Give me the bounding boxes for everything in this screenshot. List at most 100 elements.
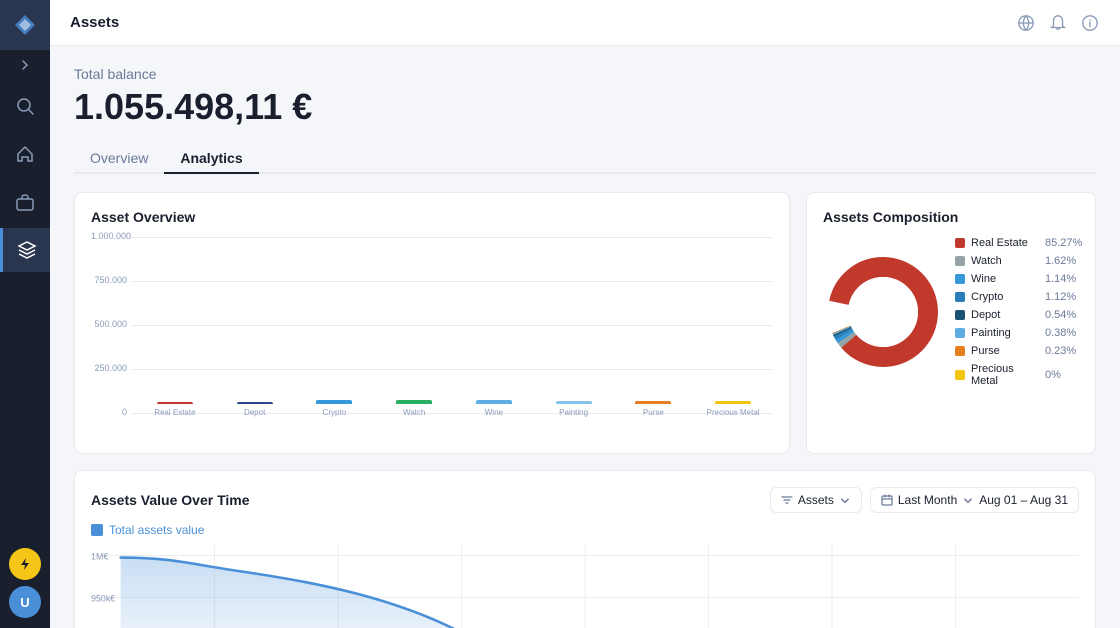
time-chart-card: Assets Value Over Time Assets xyxy=(74,470,1096,628)
grid-label-2: 750.000 xyxy=(91,275,127,285)
legend-item-crypto: Crypto 1.12% xyxy=(955,291,1082,303)
balance-value: 1.055.498,11 € xyxy=(74,86,1096,128)
bar-realestate xyxy=(157,402,193,404)
donut-chart-card: Assets Composition xyxy=(806,192,1096,454)
legend-dot-crypto xyxy=(955,292,965,302)
search-icon xyxy=(15,96,35,116)
charts-row: Asset Overview 1.000.000 750.000 500.000 xyxy=(74,192,1096,454)
legend-pct-preciousmetal: 0% xyxy=(1045,369,1061,381)
info-icon[interactable] xyxy=(1080,13,1100,33)
bar-group-painting: Painting xyxy=(534,401,614,417)
sidebar-item-home[interactable] xyxy=(0,132,50,176)
briefcase-icon xyxy=(15,192,35,212)
bar-group-preciousmetal: Precious Metal xyxy=(693,401,773,417)
bar-label-purse: Purse xyxy=(643,408,664,417)
last-month-label: Last Month xyxy=(898,493,957,507)
donut-content: Real Estate 85.27% Watch 1.62% Wine 1.14… xyxy=(823,237,1079,387)
bar-chart-title: Asset Overview xyxy=(91,209,773,225)
chevron-down-icon xyxy=(839,494,851,506)
tab-overview[interactable]: Overview xyxy=(74,144,164,174)
donut-chart-title: Assets Composition xyxy=(823,209,1079,225)
logo-icon xyxy=(11,11,39,39)
bar-chart-area: 1.000.000 750.000 500.000 250.000 0 xyxy=(91,237,773,437)
time-chart-legend: Total assets value xyxy=(91,523,1079,537)
line-chart-svg: 1M€ 950k€ 885k€ xyxy=(91,545,1079,628)
legend-name-wine: Wine xyxy=(971,273,1039,285)
avatar[interactable]: U xyxy=(9,586,41,618)
legend-pct-realestate: 85.27% xyxy=(1045,237,1082,249)
legend-name-realestate: Real Estate xyxy=(971,237,1039,249)
svg-text:1M€: 1M€ xyxy=(91,551,108,561)
topbar-icons xyxy=(1016,13,1100,33)
content-area: Total balance 1.055.498,11 € Overview An… xyxy=(50,46,1120,628)
legend-name-crypto: Crypto xyxy=(971,291,1039,303)
legend-dot-depot xyxy=(955,310,965,320)
donut-legend: Real Estate 85.27% Watch 1.62% Wine 1.14… xyxy=(955,237,1082,387)
legend-item-preciousmetal: Precious Metal 0% xyxy=(955,363,1082,387)
balance-label: Total balance xyxy=(74,66,1096,82)
date-range-button[interactable]: Last Month Aug 01 – Aug 31 xyxy=(870,487,1079,513)
legend-name-watch: Watch xyxy=(971,255,1039,267)
bar-preciousmetal xyxy=(715,401,751,404)
sidebar: U xyxy=(0,0,50,628)
time-card-header: Assets Value Over Time Assets xyxy=(91,487,1079,513)
sidebar-logo xyxy=(0,0,50,50)
bar-label-watch: Watch xyxy=(403,408,425,417)
bar-label-preciousmetal: Precious Metal xyxy=(707,408,760,417)
legend-name-painting: Painting xyxy=(971,327,1039,339)
legend-name-depot: Depot xyxy=(971,309,1039,321)
legend-dot-watch xyxy=(955,256,965,266)
bars-container: Real Estate Depot Crypto Watch xyxy=(135,237,773,417)
sidebar-toggle[interactable] xyxy=(0,50,50,80)
filter-assets-button[interactable]: Assets xyxy=(770,487,862,513)
sidebar-item-search[interactable] xyxy=(0,84,50,128)
bar-label-realestate: Real Estate xyxy=(154,408,195,417)
legend-pct-depot: 0.54% xyxy=(1045,309,1076,321)
bolt-badge[interactable] xyxy=(9,548,41,580)
legend-item-purse: Purse 0.23% xyxy=(955,345,1082,357)
legend-pct-painting: 0.38% xyxy=(1045,327,1076,339)
tabs: Overview Analytics xyxy=(74,144,1096,174)
grid-label-4: 250.000 xyxy=(91,363,127,373)
filter-icon xyxy=(781,494,793,506)
tab-analytics[interactable]: Analytics xyxy=(164,144,258,174)
legend-item-depot: Depot 0.54% xyxy=(955,309,1082,321)
bar-label-crypto: Crypto xyxy=(323,408,347,417)
bar-label-painting: Painting xyxy=(559,408,588,417)
layers-icon xyxy=(17,240,37,260)
legend-line-dot xyxy=(91,524,103,536)
bar-label-depot: Depot xyxy=(244,408,265,417)
legend-dot-realestate xyxy=(955,238,965,248)
time-card-title: Assets Value Over Time xyxy=(91,492,250,508)
grid-label-5: 0 xyxy=(91,407,127,417)
legend-item-painting: Painting 0.38% xyxy=(955,327,1082,339)
legend-dot-painting xyxy=(955,328,965,338)
globe-icon[interactable] xyxy=(1016,13,1036,33)
chevron-down-icon-2 xyxy=(962,494,974,506)
legend-line-label: Total assets value xyxy=(109,523,204,537)
bell-icon[interactable] xyxy=(1048,13,1068,33)
sidebar-item-briefcase[interactable] xyxy=(0,180,50,224)
sidebar-bottom: U xyxy=(9,548,41,628)
time-card-controls: Assets Last Month xyxy=(770,487,1079,513)
bar-label-wine: Wine xyxy=(485,408,503,417)
bar-wine xyxy=(476,400,512,404)
bar-watch xyxy=(396,400,432,404)
line-chart-area: 1M€ 950k€ 885k€ xyxy=(91,545,1079,628)
svg-text:950k€: 950k€ xyxy=(91,593,115,603)
legend-dot-purse xyxy=(955,346,965,356)
bar-painting xyxy=(556,401,592,404)
topbar: Assets xyxy=(50,0,1120,46)
legend-pct-wine: 1.14% xyxy=(1045,273,1076,285)
filter-label: Assets xyxy=(798,493,834,507)
balance-section: Total balance 1.055.498,11 € xyxy=(74,66,1096,128)
date-range-label: Aug 01 – Aug 31 xyxy=(979,493,1068,507)
grid-label-1: 1.000.000 xyxy=(91,231,127,241)
page-title: Assets xyxy=(70,14,1006,31)
donut-svg xyxy=(823,252,943,372)
bolt-icon xyxy=(17,556,33,572)
legend-pct-watch: 1.62% xyxy=(1045,255,1076,267)
bar-purse xyxy=(635,401,671,404)
bar-group-wine: Wine xyxy=(454,400,534,417)
sidebar-item-assets[interactable] xyxy=(0,228,50,272)
